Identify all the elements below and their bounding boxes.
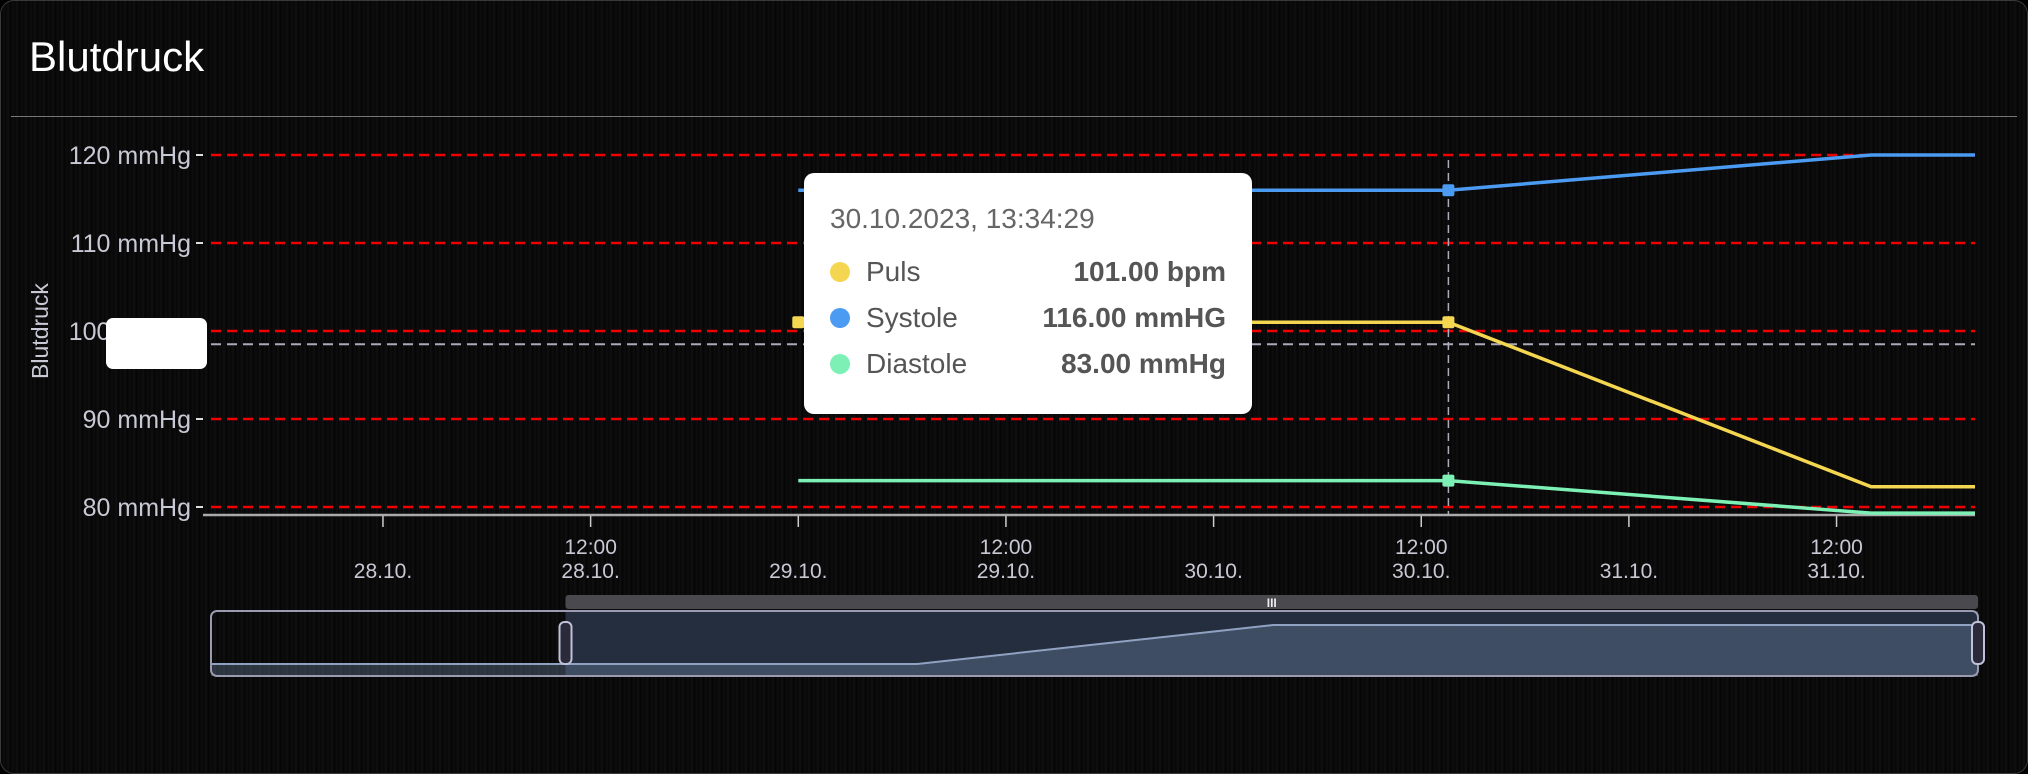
- data-point-diastole[interactable]: [1442, 474, 1455, 487]
- tooltip-series-name: Puls: [866, 256, 921, 287]
- puls-dot-icon: [830, 262, 850, 282]
- x-tick-date: 28.10.: [354, 560, 412, 583]
- systole-dot-icon: [830, 308, 850, 328]
- tooltip-series-value: 83.00 mmHg: [1061, 348, 1226, 379]
- y-tick-label: 80 mmHg: [83, 494, 191, 522]
- label-overlay-box: [106, 318, 207, 369]
- series-line-diastole[interactable]: [798, 478, 1975, 515]
- chart-tooltip: 30.10.2023, 13:34:29 Puls 101.00 bpm Sys…: [804, 173, 1252, 414]
- tooltip-series-value: 101.00 bpm: [1073, 256, 1226, 287]
- y-tick-label: 110 mmHg: [71, 230, 191, 258]
- x-tick-time: 12:00: [980, 536, 1033, 559]
- x-tick-date: 30.10.: [1392, 560, 1450, 583]
- y-tick-label: 90 mmHg: [83, 406, 191, 434]
- x-tick-date: 31.10.: [1807, 560, 1865, 583]
- x-tick-date: 31.10.: [1600, 560, 1658, 583]
- data-point-systole[interactable]: [1442, 184, 1455, 197]
- tooltip-row-diastole: Diastole 83.00 mmHg: [830, 341, 1226, 387]
- x-tick-time: 12:00: [1395, 536, 1448, 559]
- diastole-dot-icon: [830, 354, 850, 374]
- tooltip-row-puls: Puls 101.00 bpm: [830, 249, 1226, 295]
- navigator-handle-left[interactable]: [558, 621, 573, 665]
- tooltip-series-value: 116.00 mmHG: [1042, 302, 1226, 333]
- y-axis-label: Blutdruck: [27, 283, 53, 379]
- navigator-handle-right[interactable]: [1971, 621, 1985, 665]
- tooltip-row-systole: Systole 116.00 mmHG: [830, 295, 1226, 341]
- y-tick-label: 120 mmHg: [69, 142, 191, 170]
- x-tick-date: 29.10.: [769, 560, 827, 583]
- x-tick-time: 12:00: [564, 536, 617, 559]
- data-point-puls-start[interactable]: [792, 316, 805, 329]
- x-tick-date: 30.10.: [1184, 560, 1242, 583]
- scrollbar-grip-icon[interactable]: III: [1267, 596, 1277, 610]
- tooltip-series-name: Diastole: [866, 348, 968, 379]
- x-tick-date: 29.10.: [977, 560, 1035, 583]
- tooltip-time: 30.10.2023, 13:34:29: [830, 203, 1095, 234]
- data-point-puls[interactable]: [1442, 316, 1455, 329]
- x-tick-date: 28.10.: [561, 560, 619, 583]
- tooltip-series-name: Systole: [866, 302, 958, 333]
- x-tick-time: 12:00: [1810, 536, 1863, 559]
